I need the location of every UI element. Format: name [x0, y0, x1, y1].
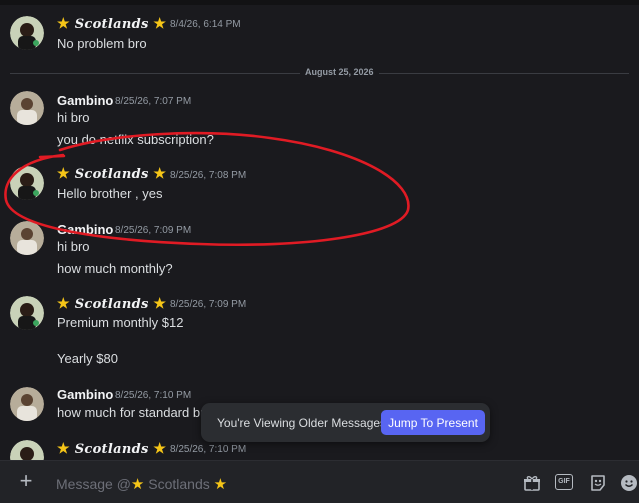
- gif-icon[interactable]: GIF: [555, 474, 573, 490]
- message-text: how much for standard br: [57, 405, 205, 420]
- timestamp: 8/25/26, 7:09 PM: [115, 225, 192, 236]
- timestamp: 8/4/26, 6:14 PM: [170, 19, 241, 30]
- scotlands-avatar[interactable]: [10, 16, 44, 50]
- older-messages-bar: You're Viewing Older Messages Jump To Pr…: [201, 403, 490, 442]
- plus-icon[interactable]: +: [16, 470, 36, 492]
- scotlands-avatar[interactable]: [10, 296, 44, 330]
- sticker-icon[interactable]: [589, 474, 607, 492]
- scotlands-avatar[interactable]: [10, 440, 44, 460]
- scotlands-avatar[interactable]: [10, 166, 44, 200]
- gambino-avatar[interactable]: [10, 387, 44, 421]
- emoji-icon[interactable]: [620, 474, 638, 492]
- message-text: Hello brother , yes: [57, 186, 163, 201]
- gift-icon[interactable]: [523, 474, 541, 492]
- username[interactable]: Gambino: [57, 222, 113, 237]
- message-text: Premium monthly $12: [57, 315, 184, 330]
- username[interactable]: ★ Scotlands ★: [57, 441, 166, 457]
- message-list[interactable]: ★ Scotlands ★ 8/4/26, 6:14 PM No problem…: [0, 0, 639, 460]
- message-text: you do netflix subscription?: [57, 132, 214, 147]
- timestamp: 8/25/26, 7:10 PM: [170, 444, 247, 455]
- username[interactable]: Gambino: [57, 93, 113, 108]
- timestamp: 8/25/26, 7:09 PM: [170, 299, 247, 310]
- timestamp: 8/25/26, 7:08 PM: [170, 170, 247, 181]
- username[interactable]: ★ Scotlands ★: [57, 296, 166, 312]
- date-divider-label: August 25, 2026: [300, 67, 379, 77]
- gambino-avatar[interactable]: [10, 221, 44, 255]
- message-text: hi bro: [57, 239, 90, 254]
- older-messages-text: You're Viewing Older Messages: [217, 416, 387, 430]
- username[interactable]: ★ Scotlands ★: [57, 166, 166, 182]
- message-composer: + Message @★ Scotlands ★ GIF: [0, 460, 639, 503]
- username[interactable]: ★ Scotlands ★: [57, 16, 166, 32]
- gambino-avatar[interactable]: [10, 91, 44, 125]
- message-input[interactable]: [50, 469, 474, 497]
- message-text: how much monthly?: [57, 261, 173, 276]
- message-text: hi bro: [57, 110, 90, 125]
- username[interactable]: Gambino: [57, 387, 113, 402]
- jump-to-present-button[interactable]: Jump To Present: [381, 410, 485, 435]
- timestamp: 8/25/26, 7:10 PM: [115, 390, 192, 401]
- message-text: Yearly $80: [57, 351, 118, 366]
- message-text: No problem bro: [57, 36, 147, 51]
- timestamp: 8/25/26, 7:07 PM: [115, 96, 192, 107]
